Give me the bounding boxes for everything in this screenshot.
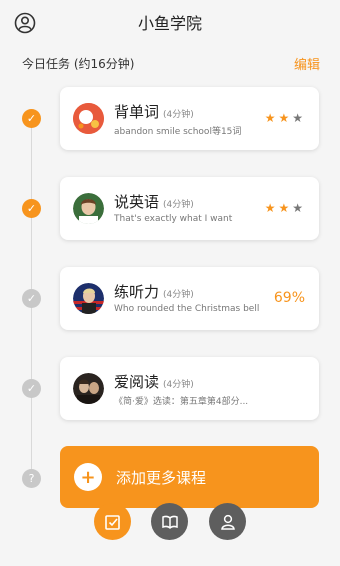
- listening-avatar: [73, 283, 104, 314]
- course-card-speaking[interactable]: 说英语 (4分钟) That's exactly what I want ★★★: [60, 177, 319, 240]
- speaking-avatar: [73, 193, 104, 224]
- plus-icon: +: [74, 463, 102, 491]
- course-title: 说英语 (4分钟): [114, 193, 194, 211]
- task-header: 今日任务 (约16分钟) 编辑: [0, 50, 340, 76]
- reading-avatar: [73, 373, 104, 404]
- add-course-label: 添加更多课程: [116, 469, 207, 487]
- rating-stars: ★★★: [265, 201, 306, 215]
- user-circle-icon[interactable]: [14, 12, 36, 34]
- check-icon: ✓: [22, 199, 41, 218]
- film-still-icon: [73, 373, 104, 404]
- question-icon: ?: [22, 469, 41, 488]
- course-card-listening[interactable]: 练听力 (4分钟) Who rounded the Christmas bell …: [60, 267, 319, 330]
- course-subtitle: That's exactly what I want: [114, 214, 233, 224]
- checklist-icon: [104, 514, 120, 530]
- star-icon: ★: [292, 111, 306, 125]
- vocabulary-avatar: [73, 103, 104, 134]
- person-icon: [220, 514, 235, 530]
- course-title: 爱阅读 (4分钟): [114, 373, 194, 391]
- app-header: 小鱼学院: [0, 0, 340, 44]
- page-title: 小鱼学院: [137, 14, 202, 33]
- today-tasks-label: 今日任务 (约16分钟): [22, 56, 135, 71]
- course-subtitle: 《简·爱》选读：第五章第4部分...: [114, 397, 249, 407]
- flag-portrait-icon: [73, 283, 104, 314]
- course-title: 练听力 (4分钟): [114, 283, 194, 301]
- progress-percent: 69%: [273, 290, 305, 306]
- add-course-button[interactable]: + 添加更多课程: [60, 446, 319, 508]
- course-card-vocabulary[interactable]: 背单词 (4分钟) abandon smile school等15词 ★★★: [60, 87, 319, 150]
- star-icon: ★: [292, 201, 306, 215]
- check-icon: ✓: [22, 109, 41, 128]
- star-icon: ★: [278, 111, 293, 125]
- course-subtitle: Who rounded the Christmas bell: [114, 304, 260, 314]
- star-icon: ★: [278, 201, 293, 215]
- edit-button[interactable]: 编辑: [294, 54, 320, 73]
- course-title: 背单词 (4分钟): [114, 103, 194, 121]
- course-subtitle: abandon smile school等15词: [114, 127, 242, 137]
- nav-tasks-button[interactable]: [94, 503, 131, 540]
- nav-profile-button[interactable]: [209, 503, 246, 540]
- course-card-reading[interactable]: 爱阅读 (4分钟) 《简·爱》选读：第五章第4部分...: [60, 357, 319, 420]
- nav-library-button[interactable]: [151, 503, 188, 540]
- check-icon: ✓: [22, 289, 41, 308]
- star-icon: ★: [264, 201, 279, 215]
- book-icon: [161, 515, 178, 529]
- rating-stars: ★★★: [265, 111, 306, 125]
- check-icon: ✓: [22, 379, 41, 398]
- word-bubbles-icon: [73, 103, 104, 134]
- star-icon: ★: [264, 111, 279, 125]
- speaker-portrait-icon: [73, 193, 104, 224]
